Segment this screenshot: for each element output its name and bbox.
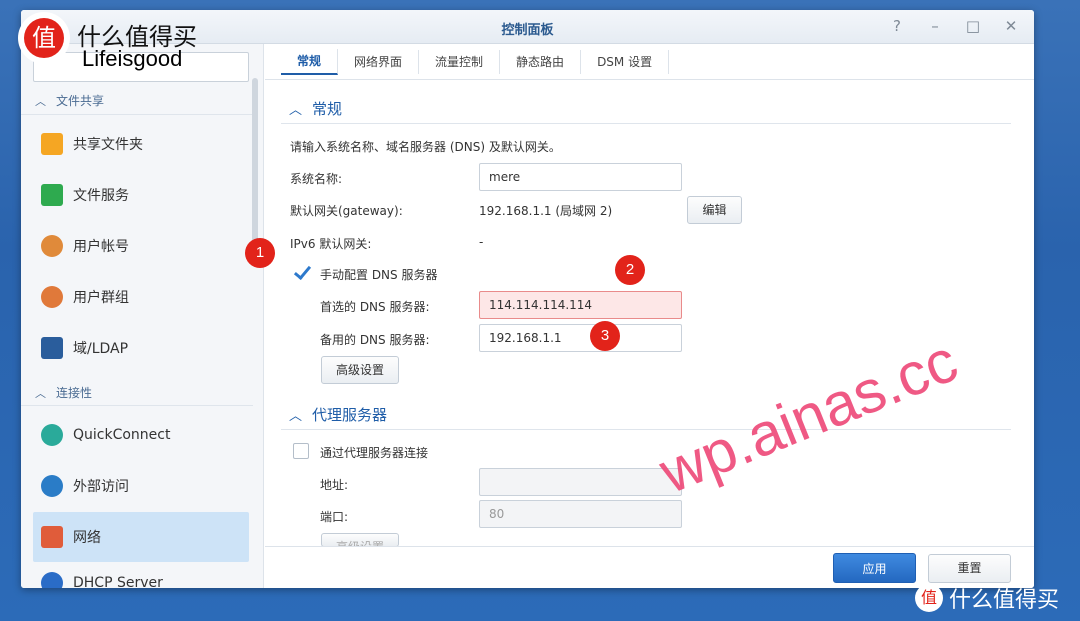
reset-button[interactable]: 重置 — [928, 554, 1011, 583]
proxy-address-input[interactable] — [479, 468, 682, 496]
annotation-badge-2: 2 — [615, 255, 645, 285]
apply-button[interactable]: 应用 — [833, 553, 916, 583]
section-connectivity[interactable]: ︿ 连接性 — [35, 384, 92, 401]
sidebar-item-label: 域/LDAP — [73, 341, 129, 357]
sidebar-item-label: 用户群组 — [73, 290, 129, 306]
window-controls: ? – □ ✕ — [888, 17, 1020, 35]
sidebar: ︿ 文件共享 共享文件夹 文件服务 用户帐号 用户群组 域/LDAP ︿ 连接性 — [21, 44, 264, 588]
minimize-button[interactable]: – — [926, 17, 944, 35]
sidebar-item-label: 文件服务 — [73, 188, 129, 204]
sidebar-item-quickconnect[interactable]: QuickConnect — [33, 410, 249, 460]
smzdm-logo-icon: 值 — [18, 12, 70, 64]
gateway-label: 默认网关(gateway): — [290, 204, 403, 218]
system-name-label: 系统名称: — [290, 172, 343, 186]
ipv6-gateway-value: - — [479, 235, 484, 249]
proxy-section-header[interactable]: ︿ 代理服务器 — [289, 404, 387, 425]
logo-glyph: 值 — [24, 18, 64, 58]
help-button[interactable]: ? — [888, 17, 906, 35]
preferred-dns-input[interactable]: 114.114.114.114 — [479, 291, 682, 319]
use-proxy-label: 通过代理服务器连接 — [320, 446, 429, 460]
sidebar-scrollbar[interactable] — [252, 78, 258, 258]
manual-dns-checkbox[interactable] — [294, 264, 310, 280]
watermark-bottom-text: 什么值得买 — [949, 588, 1060, 613]
sidebar-item-user[interactable]: 用户帐号 — [33, 221, 249, 271]
divider — [21, 405, 253, 406]
chevron-up-icon: ︿ — [289, 103, 303, 118]
ldap-icon — [41, 337, 63, 359]
globe-icon — [41, 475, 63, 497]
general-section-header[interactable]: ︿ 常规 — [289, 98, 342, 119]
divider — [21, 114, 253, 115]
section-label: 文件共享 — [56, 94, 105, 108]
control-panel-window: 控制面板 ? – □ ✕ ︿ 文件共享 共享文件夹 文件服务 用户帐号 用户群组… — [21, 10, 1034, 588]
sidebar-item-external-access[interactable]: 外部访问 — [33, 461, 249, 511]
system-name-input[interactable]: mere — [479, 163, 682, 191]
tab-traffic-control[interactable]: 流量控制 — [419, 50, 501, 74]
close-button[interactable]: ✕ — [1002, 17, 1020, 35]
tab-network-interface[interactable]: 网络界面 — [338, 50, 420, 74]
sidebar-item-file-services[interactable]: 文件服务 — [33, 170, 249, 220]
divider — [281, 429, 1011, 430]
shared-folder-icon — [41, 133, 63, 155]
proxy-port-label: 端口: — [320, 510, 349, 524]
tab-general[interactable]: 常规 — [281, 49, 339, 75]
quickconnect-icon — [41, 424, 63, 446]
gateway-value: 192.168.1.1 (局域网 2) — [479, 204, 613, 218]
ipv6-gateway-label: IPv6 默认网关: — [290, 237, 372, 251]
sidebar-item-label: 外部访问 — [73, 479, 129, 495]
proxy-address-label: 地址: — [320, 478, 349, 492]
watermark-logo: 值 什么值得买 Lifeisgood — [0, 0, 200, 80]
sidebar-item-network[interactable]: 网络 — [33, 512, 249, 562]
sidebar-item-label: 共享文件夹 — [73, 137, 143, 153]
annotation-badge-3: 3 — [590, 321, 620, 351]
group-icon — [41, 286, 63, 308]
use-proxy-checkbox[interactable] — [293, 443, 309, 459]
manual-dns-label: 手动配置 DNS 服务器 — [320, 268, 438, 282]
annotation-badge-1: 1 — [245, 238, 275, 268]
chevron-up-icon: ︿ — [35, 386, 46, 400]
preferred-dns-label: 首选的 DNS 服务器: — [320, 300, 430, 314]
alternate-dns-label: 备用的 DNS 服务器: — [320, 333, 430, 347]
network-home-icon — [41, 526, 63, 548]
sidebar-item-label: QuickConnect — [73, 427, 171, 443]
tab-static-route[interactable]: 静态路由 — [500, 50, 582, 74]
section-label: 连接性 — [56, 386, 93, 400]
section-title: 常规 — [312, 100, 343, 118]
dhcp-icon — [41, 572, 63, 588]
sidebar-item-dhcp[interactable]: DHCP Server — [33, 563, 249, 588]
file-services-icon — [41, 184, 63, 206]
sidebar-item-label: 用户帐号 — [73, 239, 129, 255]
sidebar-item-group[interactable]: 用户群组 — [33, 272, 249, 322]
edit-gateway-button[interactable]: 编辑 — [687, 196, 742, 224]
chevron-up-icon: ︿ — [289, 409, 303, 424]
section-file-sharing[interactable]: ︿ 文件共享 — [35, 92, 104, 109]
section-title: 代理服务器 — [312, 406, 388, 424]
sidebar-item-label: DHCP Server — [73, 575, 163, 588]
user-icon — [41, 235, 63, 257]
smzdm-logo-icon: 值 — [915, 584, 943, 612]
proxy-port-input[interactable]: 80 — [479, 500, 682, 528]
advanced-settings-button[interactable]: 高级设置 — [321, 356, 399, 384]
tab-dsm-settings[interactable]: DSM 设置 — [581, 50, 670, 74]
sidebar-item-label: 网络 — [73, 530, 101, 546]
alternate-dns-input[interactable]: 192.168.1.1 — [479, 324, 682, 352]
maximize-button[interactable]: □ — [964, 17, 982, 35]
main-content: 常规 网络界面 流量控制 静态路由 DSM 设置 ︿ 常规 请输入系统名称、域名… — [265, 44, 1034, 588]
sidebar-item-ldap[interactable]: 域/LDAP — [33, 323, 249, 373]
watermark-logo-sub: Lifeisgood — [82, 46, 183, 71]
chevron-up-icon: ︿ — [35, 94, 46, 108]
tab-bar: 常规 网络界面 流量控制 静态路由 DSM 设置 — [265, 44, 1034, 80]
proxy-advanced-button[interactable]: 高级设置 — [321, 533, 399, 547]
general-description: 请输入系统名称、域名服务器 (DNS) 及默认网关。 — [290, 140, 561, 154]
divider — [281, 123, 1011, 124]
watermark-bottom: 值 什么值得买 — [915, 582, 1059, 614]
sidebar-item-shared-folder[interactable]: 共享文件夹 — [33, 119, 249, 169]
